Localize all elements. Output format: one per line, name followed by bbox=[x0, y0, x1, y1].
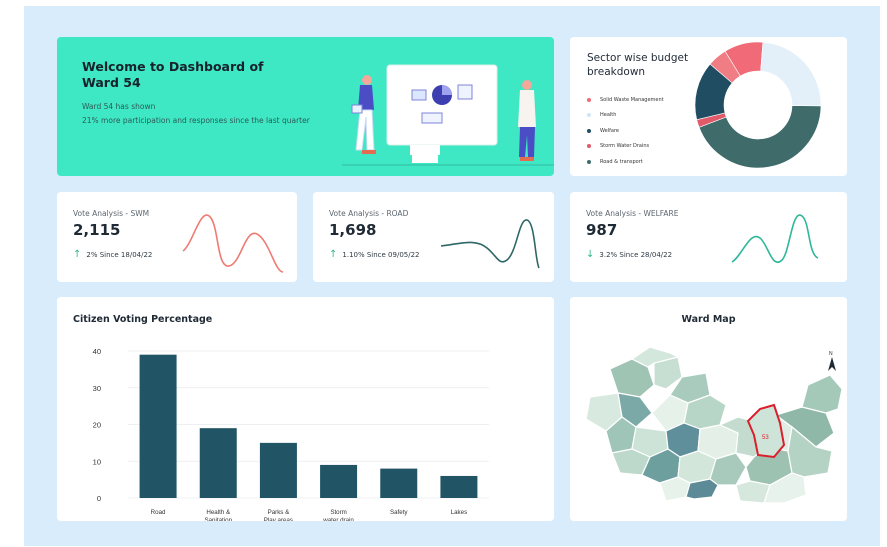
legend-dot bbox=[587, 128, 591, 133]
arrow-up-icon: ↑ bbox=[329, 249, 338, 260]
x-tick-label: Sanitation bbox=[204, 517, 232, 521]
legend-label: Solid Waste Management bbox=[600, 96, 664, 103]
legend-item-storm-water: Storm Water Drains bbox=[587, 139, 664, 155]
bar-health-sanitation bbox=[199, 428, 237, 498]
sparkline-swm bbox=[182, 214, 284, 273]
welcome-card: Welcome to Dashboard of Ward 54 Ward 54 … bbox=[57, 37, 554, 176]
vote-card-road[interactable]: Vote Analysis - ROAD 1,698 ↑ 1.10% Since… bbox=[313, 192, 554, 282]
ward-53-label[interactable]: 53 bbox=[762, 435, 769, 441]
vote-value: 987 bbox=[586, 221, 618, 239]
vote-change-text: 3.2% Since 28/04/22 bbox=[599, 250, 673, 259]
vote-value: 1,698 bbox=[329, 221, 377, 239]
bar-safety bbox=[380, 468, 418, 498]
bar-storm-water-drain bbox=[320, 464, 358, 498]
vote-card-welfare[interactable]: Vote Analysis - WELFARE 987 ↓ 3.2% Since… bbox=[570, 192, 847, 282]
welcome-line-1: Ward 54 has shown bbox=[82, 102, 156, 111]
dashboard-illustration bbox=[342, 64, 554, 166]
x-tick-label: Road bbox=[151, 509, 166, 516]
donut-segment-health bbox=[760, 41, 822, 107]
y-tick-label: 30 bbox=[93, 384, 101, 393]
vote-change: ↑ 2% Since 18/04/22 bbox=[73, 249, 152, 260]
legend-item-health: Health bbox=[587, 108, 664, 124]
sector-budget-card: Sector wise budget breakdown Solid Waste… bbox=[570, 37, 847, 176]
x-tick-label: Lakes bbox=[451, 509, 468, 516]
vote-change: ↓ 3.2% Since 28/04/22 bbox=[586, 249, 672, 260]
bar-parks-play-areas bbox=[259, 442, 297, 498]
vote-label: Vote Analysis - SWM bbox=[73, 209, 150, 218]
welcome-subtitle: Ward 54 has shown 21% more participation… bbox=[82, 100, 322, 128]
legend-dot bbox=[587, 159, 591, 164]
vote-change-text: 1.10% Since 09/05/22 bbox=[342, 250, 420, 259]
legend-label: Storm Water Drains bbox=[600, 143, 650, 150]
vote-change: ↑ 1.10% Since 09/05/22 bbox=[329, 249, 420, 260]
legend-label: Welfare bbox=[600, 127, 619, 134]
north-label: N bbox=[829, 351, 833, 357]
vote-label: Vote Analysis - WELFARE bbox=[586, 209, 679, 218]
legend-item-solid-waste: Solid Waste Management bbox=[587, 92, 664, 108]
north-arrow-icon: N bbox=[828, 351, 836, 371]
bar-lakes bbox=[440, 475, 478, 498]
arrow-down-icon: ↓ bbox=[586, 249, 595, 260]
legend-dot bbox=[587, 144, 591, 149]
sparkline-road bbox=[440, 219, 540, 269]
legend-item-welfare: Welfare bbox=[587, 123, 664, 139]
y-tick-label: 20 bbox=[93, 421, 101, 430]
y-tick-label: 10 bbox=[93, 457, 101, 466]
sparkline-welfare bbox=[731, 214, 819, 263]
legend-label: Health bbox=[600, 112, 617, 119]
x-tick-label: Health & bbox=[206, 509, 231, 516]
vote-card-swm[interactable]: Vote Analysis - SWM 2,115 ↑ 2% Since 18/… bbox=[57, 192, 297, 282]
legend-label: Road & transport bbox=[600, 158, 643, 165]
x-tick-label: Safety bbox=[390, 509, 408, 516]
welcome-title: Welcome to Dashboard of Ward 54 bbox=[82, 59, 264, 90]
legend-item-road-transport: Road & transport bbox=[587, 154, 664, 170]
y-tick-label: 0 bbox=[97, 494, 101, 503]
x-tick-label: Play areas bbox=[264, 517, 293, 521]
vote-change-text: 2% Since 18/04/22 bbox=[86, 250, 153, 259]
citizen-voting-card: 0 10 20 30 40 Road Health & Sanitation Parks & Pl… bbox=[57, 297, 554, 521]
legend-dot bbox=[587, 97, 591, 102]
x-tick-label: water drain bbox=[322, 517, 354, 521]
sector-legend: Solid Waste Management Health Welfare St… bbox=[587, 92, 664, 170]
chart-title: Citizen Voting Percentage bbox=[73, 314, 213, 325]
welcome-line-2: 21% more participation and responses sin… bbox=[82, 116, 310, 125]
ward-map[interactable]: 53 N bbox=[570, 297, 847, 521]
vote-label: Vote Analysis - ROAD bbox=[329, 209, 409, 218]
arrow-up-icon: ↑ bbox=[73, 249, 82, 260]
vote-value: 2,115 bbox=[73, 221, 121, 239]
ward-map-card[interactable]: Ward Map 53 N bbox=[570, 297, 847, 521]
x-tick-label: Storm bbox=[330, 509, 347, 516]
bar-road bbox=[139, 354, 177, 498]
budget-donut-chart bbox=[694, 41, 822, 169]
x-tick-label: Parks & bbox=[268, 509, 291, 516]
legend-dot bbox=[587, 113, 591, 118]
citizen-voting-bar-chart: 0 10 20 30 40 Road Health &Sanitation Parks &Pl… bbox=[93, 347, 489, 521]
y-tick-label: 40 bbox=[93, 347, 101, 356]
